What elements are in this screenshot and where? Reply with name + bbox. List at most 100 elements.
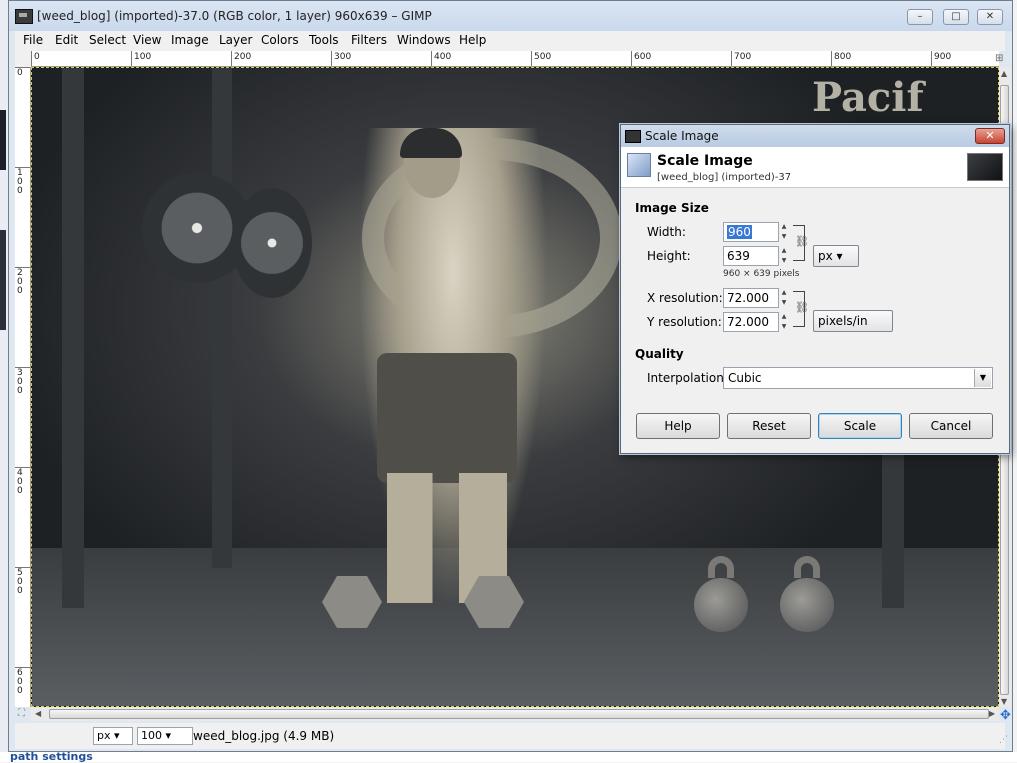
y-resolution-value: 72.000 [727, 315, 769, 329]
ruler-label: 500 [534, 52, 552, 62]
ruler-label: 600 [17, 668, 23, 696]
menu-filters[interactable]: Filters [351, 33, 387, 47]
horizontal-ruler[interactable]: 0 100 200 300 400 500 600 700 800 900 [31, 51, 999, 67]
scale-button[interactable]: Scale [818, 413, 902, 439]
image-size-heading: Image Size [635, 201, 709, 215]
zoom-fit-icon[interactable]: ⛶ [18, 708, 25, 719]
height-input[interactable]: 639 [723, 246, 779, 266]
ruler-label: 0 [34, 52, 40, 62]
menu-image[interactable]: Image [171, 33, 209, 47]
menu-layer[interactable]: Layer [219, 33, 252, 47]
ruler-label: 300 [334, 52, 352, 62]
cancel-button[interactable]: Cancel [909, 413, 993, 439]
menu-help[interactable]: Help [459, 33, 486, 47]
menu-select[interactable]: Select [89, 33, 126, 47]
vertical-ruler[interactable]: 0 100 200 300 400 500 600 [15, 67, 31, 707]
size-unit-selector[interactable]: px ▾ [813, 245, 859, 267]
menu-view[interactable]: View [133, 33, 161, 47]
dialog-close-button[interactable]: ✕ [975, 128, 1005, 144]
help-button[interactable]: Help [636, 413, 720, 439]
photo-person-shorts [377, 353, 517, 483]
y-resolution-spin-arrows[interactable]: ▲ ▼ [779, 312, 789, 332]
menu-windows[interactable]: Windows [397, 33, 451, 47]
menu-colors[interactable]: Colors [261, 33, 299, 47]
title-bar[interactable]: [weed_blog] (imported)-37.0 (RGB color, … [9, 1, 1012, 31]
status-bar: px ▾ 100 ▾ weed_blog.jpg (4.9 MB) ⋰ [15, 723, 1008, 749]
ruler-label: 0 [17, 68, 23, 78]
chain-link-icon[interactable]: ⛓ [795, 301, 809, 319]
menu-tools[interactable]: Tools [309, 33, 339, 47]
scroll-down-icon[interactable]: ▼ [1001, 697, 1007, 706]
horizontal-scrollbar[interactable]: ◀ ▶ [31, 707, 999, 721]
width-spin-arrows[interactable]: ▲ ▼ [779, 222, 789, 242]
window-title: [weed_blog] (imported)-37.0 (RGB color, … [37, 9, 432, 23]
ruler-label: 400 [434, 52, 452, 62]
photo-kettlebell [780, 578, 834, 632]
height-value: 639 [727, 249, 750, 263]
chevron-down-icon[interactable]: ▼ [974, 369, 991, 387]
scale-image-dialog: Scale Image ✕ Scale Image [weed_blog] (i… [620, 124, 1010, 454]
ruler-corner[interactable] [15, 51, 31, 67]
minimize-button[interactable]: – [907, 9, 933, 25]
dialog-title: Scale Image [645, 129, 719, 143]
ruler-label: 600 [634, 52, 652, 62]
width-value: 960 [727, 225, 752, 239]
resolution-unit-value: pixels/in [818, 314, 868, 328]
ruler-label: 500 [17, 568, 23, 596]
ruler-label: 700 [734, 52, 752, 62]
gimp-app-icon [625, 130, 641, 143]
photo-kettlebell-handle [708, 556, 734, 578]
desktop-background-strip [0, 230, 6, 330]
x-resolution-spin-arrows[interactable]: ▲ ▼ [779, 288, 789, 308]
gimp-app-icon [15, 9, 33, 24]
maximize-button[interactable]: □ [943, 9, 969, 25]
size-unit-value: px [818, 249, 833, 263]
ruler-label: 900 [934, 52, 952, 62]
interpolation-value: Cubic [728, 371, 762, 385]
navigate-icon[interactable]: ⊞ [995, 53, 1003, 64]
resolution-unit-selector[interactable]: pixels/in [813, 310, 893, 332]
dialog-title-bar[interactable]: Scale Image ✕ [621, 125, 1009, 147]
resize-grip-icon[interactable]: ⋰ [999, 735, 1008, 745]
scroll-up-icon[interactable]: ▲ [1001, 69, 1007, 78]
x-resolution-input[interactable]: 72.000 [723, 288, 779, 308]
photo-rack-pole [212, 68, 232, 568]
chain-link-icon[interactable]: ⛓ [795, 235, 809, 253]
menu-edit[interactable]: Edit [55, 33, 78, 47]
width-label: Width: [647, 225, 686, 239]
dialog-header-title: Scale Image [657, 153, 753, 169]
image-thumbnail [967, 153, 1003, 181]
status-file-info: weed_blog.jpg (4.9 MB) [193, 729, 335, 743]
scroll-right-icon[interactable]: ▶ [989, 709, 995, 718]
scale-icon [627, 153, 651, 177]
quality-heading: Quality [635, 347, 684, 361]
width-input[interactable]: 960 [723, 222, 779, 242]
x-resolution-label: X resolution: [647, 291, 723, 305]
move-icon[interactable]: ✥ [1000, 708, 1011, 723]
menu-file[interactable]: File [23, 33, 43, 47]
y-resolution-label: Y resolution: [647, 315, 722, 329]
horizontal-scroll-thumb[interactable] [49, 709, 989, 719]
menu-bar: File Edit Select View Image Layer Colors… [15, 31, 1005, 51]
desktop-background-strip [0, 110, 6, 170]
ruler-label: 300 [17, 368, 23, 396]
photo-kettlebell [694, 578, 748, 632]
close-button[interactable]: ✕ [977, 9, 1003, 25]
photo-kettlebell-handle [794, 556, 820, 578]
reset-button[interactable]: Reset [727, 413, 811, 439]
interpolation-label: Interpolation: [647, 371, 728, 385]
interpolation-select[interactable]: Cubic ▼ [723, 367, 993, 389]
unit-selector[interactable]: px ▾ [93, 727, 133, 745]
ruler-label: 200 [17, 268, 23, 296]
pixel-size-note: 960 × 639 pixels [723, 269, 800, 279]
ruler-label: 200 [234, 52, 252, 62]
ruler-label: 400 [17, 468, 23, 496]
dialog-header-subtitle: [weed_blog] (imported)-37 [657, 172, 792, 183]
x-resolution-value: 72.000 [727, 291, 769, 305]
zoom-selector[interactable]: 100 ▾ [137, 727, 193, 745]
ruler-label: 100 [17, 168, 23, 196]
scroll-left-icon[interactable]: ◀ [35, 709, 41, 718]
y-resolution-input[interactable]: 72.000 [723, 312, 779, 332]
height-spin-arrows[interactable]: ▲ ▼ [779, 246, 789, 266]
zoom-value: 100 [141, 729, 162, 742]
